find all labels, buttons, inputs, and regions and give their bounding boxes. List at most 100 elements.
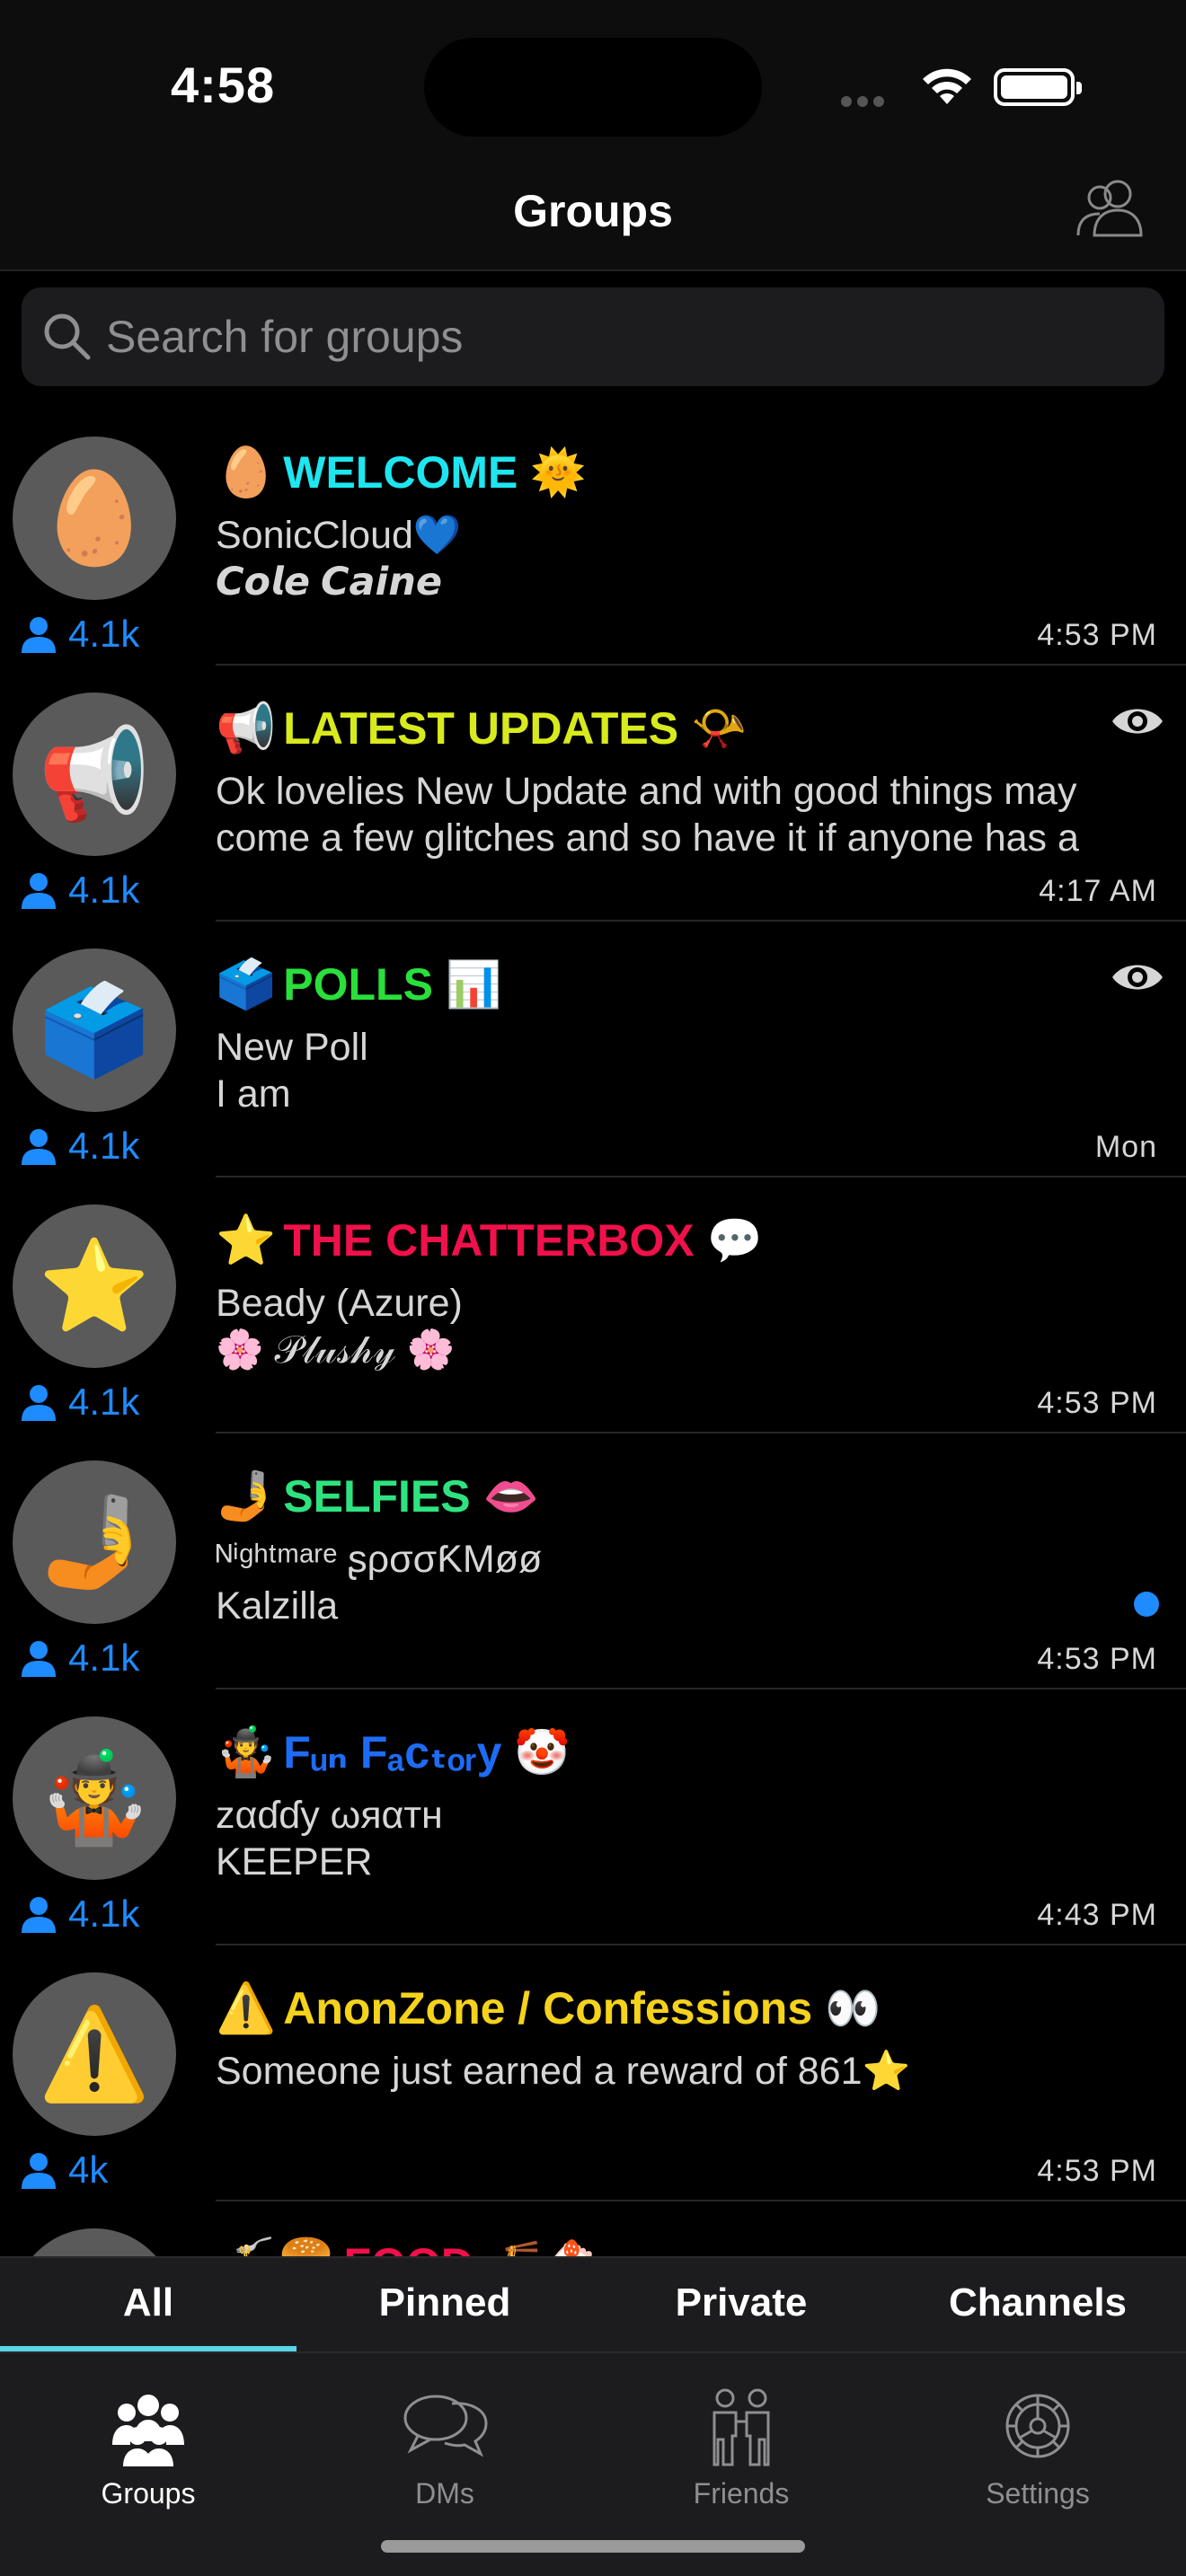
timestamp: 4:43 PM [1037,1898,1157,1932]
group-title-text: AnonZone / Confessions [283,1983,813,2033]
tab-friends[interactable]: Friends [593,2368,890,2511]
preview-line-1: New Poll [216,1026,368,1069]
dynamic-island [424,38,762,137]
group-row[interactable]: ⭐ 4.1k ⭐ THE CHATTERBOX 💬 Beady (Azure) 🌸… [0,1178,1186,1434]
group-title-prefix: 📢 [216,701,277,755]
groups-icon [112,2395,184,2466]
group-title-text: POLLS [283,959,433,1010]
member-count: 4k [18,2148,108,2192]
gear-icon [1005,2394,1070,2458]
group-avatar[interactable]: 📢 [13,693,176,856]
group-row[interactable]: 🤹 4.1k 🤹 Fᵤₙ Fₐcₜₒᵣy 🤡 zαɗɗy ωяαтн KEEPER… [0,1689,1186,1945]
message-preview: Ok lovelies New Update and with good thi… [216,768,1123,861]
group-avatar[interactable]: 🤹 [13,1716,176,1880]
group-row[interactable]: 📢 4.1k 📢 LATEST UPDATES 📯 Ok lovelies New… [0,666,1186,922]
nav-header: Groups [0,144,1186,271]
preview-line-1: ᴺⁱᵍʰᵗᵐᵃʳᵉ ʂρσσƘMøø [216,1538,543,1581]
group-title: 🍝🍔 FOOD 🍜🍰 [216,2228,598,2257]
preview-line-2: 🌸 𝒫𝓁𝓊𝓈𝒽𝓎 🌸 [216,1328,456,1372]
group-title-suffix: 👄 [482,1470,539,1522]
group-avatar[interactable]: 🥚 [13,437,176,600]
person-icon [22,2153,56,2189]
tab-label-settings: Settings [986,2477,1090,2510]
member-count: 4.1k [18,1636,139,1680]
person-icon [22,1897,56,1933]
message-preview: ᴺⁱᵍʰᵗᵐᵃʳᵉ ʂρσσƘMøø Kalzilla [216,1536,1123,1629]
timestamp: 4:53 PM [1037,2154,1157,2188]
search-icon [44,313,91,360]
group-title-suffix: 🍜🍰 [486,2238,598,2257]
group-row[interactable]: 🥚 4.1k 🥚 WELCOME 🌞 SonicCloud💙 𝘾𝙤𝙡𝙚 𝘾𝙖𝙞𝙣𝙚… [0,410,1186,666]
group-row[interactable]: 🤳 4.1k 🤳 SELFIES 👄 ᴺⁱᵍʰᵗᵐᵃʳᵉ ʂρσσƘMøø Kal… [0,1434,1186,1689]
person-icon [22,617,56,653]
filter-tabs: All Pinned Private Channels [0,2256,1186,2351]
person-icon [22,1129,56,1165]
preview-line-1: Beady (Azure) [216,1282,463,1325]
preview-line-2: come a few glitches and so have it if an… [216,816,1079,860]
group-list[interactable]: 🥚 4.1k 🥚 WELCOME 🌞 SonicCloud💙 𝘾𝙤𝙡𝙚 𝘾𝙖𝙞𝙣𝙚… [0,410,1186,2256]
group-title-text: WELCOME [283,447,518,498]
group-title-text: Fᵤₙ Fₐcₜₒᵣy [283,1727,502,1778]
group-title-text: THE CHATTERBOX [283,1215,695,1266]
chat-bubbles-icon [403,2395,488,2457]
message-preview: SonicCloud💙 𝘾𝙤𝙡𝙚 𝘾𝙖𝙞𝙣𝙚 [216,512,1123,605]
group-title-suffix: 🤡 [514,1726,571,1778]
group-row[interactable]: ⚠️ 4k ⚠️ AnonZone / Confessions 👀 Someone… [0,1945,1186,2201]
group-title-prefix: ⭐ [216,1213,277,1267]
member-count: 4.1k [18,613,139,656]
timestamp: 4:53 PM [1037,1642,1157,1676]
tab-label-groups: Groups [101,2477,196,2510]
preview-line-2: I am [216,1072,291,1116]
tab-groups[interactable]: Groups [0,2368,296,2511]
tab-settings[interactable]: Settings [890,2368,1186,2511]
member-count-value: 4k [68,2148,109,2191]
group-title: 🗳️ POLLS 📊 [216,948,501,1020]
group-title-suffix: 🌞 [530,446,587,498]
group-avatar[interactable]: 🤳 [13,1460,176,1624]
group-row[interactable]: 🗳️ 4.1k 🗳️ POLLS 📊 New Poll I am Mon [0,922,1186,1178]
member-count-value: 4.1k [68,1892,140,1935]
group-row[interactable]: 🍔 🍝🍔 FOOD 🍜🍰 [0,2201,1186,2256]
filter-tab-pinned[interactable]: Pinned [296,2258,593,2351]
group-title-prefix: 🥚 [216,445,277,499]
group-title-prefix: 🤳 [216,1469,277,1523]
group-title: 🥚 WELCOME 🌞 [216,437,587,508]
group-title: ⚠️ AnonZone / Confessions 👀 [216,1972,881,2044]
group-avatar-emoji: 🗳️ [38,979,151,1081]
search-bar[interactable] [22,287,1164,386]
group-title-text: SELFIES [283,1471,471,1522]
filter-tab-channels[interactable]: Channels [890,2258,1186,2351]
group-title-text: FOOD [343,2238,473,2256]
members-icon[interactable] [1073,176,1148,239]
battery-icon [994,68,1082,106]
member-count-value: 4.1k [68,869,140,911]
member-count: 4.1k [18,1892,139,1936]
filter-tab-all[interactable]: All [0,2258,296,2351]
member-count-value: 4.1k [68,1381,140,1423]
member-count: 4.1k [18,1125,139,1168]
group-title-suffix: 👀 [825,1982,881,2033]
group-title: 🤹 Fᵤₙ Fₐcₜₒᵣy 🤡 [216,1716,571,1788]
group-title: ⭐ THE CHATTERBOX 💬 [216,1204,763,1276]
group-avatar[interactable]: 🗳️ [13,948,176,1112]
search-input[interactable] [106,287,1139,386]
preview-line-1: Ok lovelies New Update and with good thi… [216,770,1077,813]
group-avatar-emoji: 🤳 [38,1491,151,1592]
group-avatar-emoji: ⚠️ [38,2003,151,2104]
group-title: 🤳 SELFIES 👄 [216,1460,539,1532]
group-avatar[interactable]: ⚠️ [13,1972,176,2136]
group-title-prefix: 🤹 [216,1725,277,1779]
group-avatar-emoji: 🥚 [38,467,151,569]
group-avatar[interactable]: 🍔 [13,2228,176,2256]
member-count: 4.1k [18,869,139,912]
person-icon [22,873,56,909]
tab-label-dms: DMs [415,2477,474,2510]
tab-dms[interactable]: DMs [296,2368,593,2511]
group-title-prefix: ⚠️ [216,1981,277,2035]
status-time: 4:58 [171,57,276,113]
group-avatar[interactable]: ⭐ [13,1204,176,1368]
filter-tab-private[interactable]: Private [593,2258,890,2351]
timestamp: 4:53 PM [1037,618,1157,652]
member-count-value: 4.1k [68,1125,140,1167]
timestamp: Mon [1094,1130,1157,1164]
